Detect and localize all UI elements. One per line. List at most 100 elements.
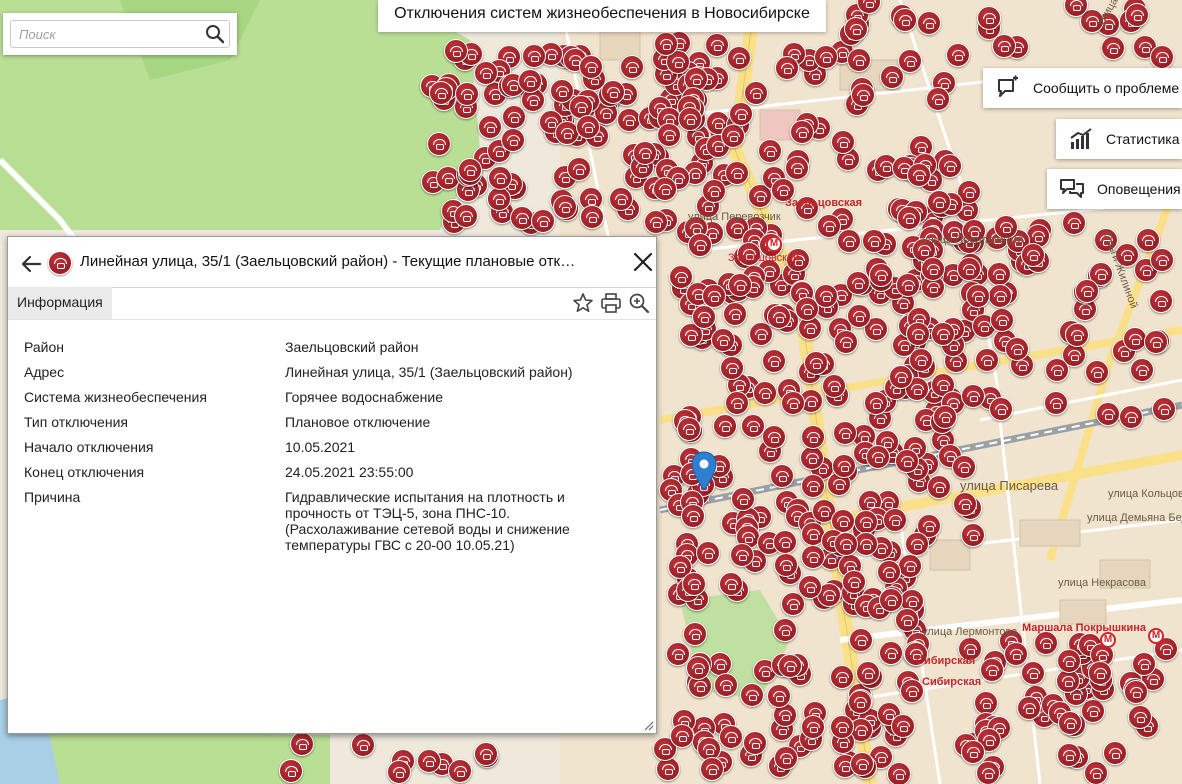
outage-marker[interactable]	[773, 618, 797, 642]
outage-marker[interactable]	[1057, 649, 1081, 673]
outage-marker[interactable]	[891, 714, 915, 738]
outage-marker[interactable]	[775, 56, 799, 80]
outage-marker[interactable]	[851, 83, 875, 107]
outage-marker[interactable]	[633, 141, 657, 165]
outage-marker[interactable]	[501, 128, 525, 152]
outage-marker[interactable]	[957, 257, 981, 281]
outage-marker[interactable]	[833, 421, 857, 445]
outage-marker[interactable]	[847, 304, 871, 328]
outage-marker[interactable]	[696, 541, 720, 565]
outage-marker[interactable]	[351, 733, 375, 757]
outage-marker[interactable]	[1017, 696, 1041, 720]
outage-marker[interactable]	[801, 474, 825, 498]
outage-marker[interactable]	[927, 475, 951, 499]
outage-marker[interactable]	[992, 34, 1016, 58]
outage-marker[interactable]	[721, 124, 745, 148]
outage-marker[interactable]	[904, 642, 928, 666]
outage-marker[interactable]	[897, 206, 921, 230]
outage-marker[interactable]	[1128, 705, 1152, 729]
outage-marker[interactable]	[474, 61, 498, 85]
outage-marker[interactable]	[702, 179, 726, 203]
report-problem-button[interactable]: Сообщить о проблеме	[983, 68, 1182, 108]
outage-marker[interactable]	[895, 608, 919, 632]
outage-marker[interactable]	[831, 130, 855, 154]
outage-marker[interactable]	[946, 43, 970, 67]
outage-marker[interactable]	[686, 656, 710, 680]
outage-marker[interactable]	[961, 740, 985, 764]
outage-marker[interactable]	[961, 523, 985, 547]
outage-marker[interactable]	[909, 348, 933, 372]
outage-marker[interactable]	[893, 8, 917, 32]
outage-marker[interactable]	[895, 449, 919, 473]
outage-marker[interactable]	[938, 154, 962, 178]
outage-marker[interactable]	[1144, 330, 1168, 354]
tab-information[interactable]: Информация	[8, 287, 112, 319]
outage-marker[interactable]	[931, 322, 955, 346]
outage-marker[interactable]	[1149, 289, 1173, 313]
outage-marker[interactable]	[866, 445, 890, 469]
outage-marker[interactable]	[830, 715, 854, 739]
outage-marker[interactable]	[1004, 642, 1028, 666]
outage-marker[interactable]	[905, 532, 929, 556]
outage-marker[interactable]	[980, 658, 1004, 682]
outage-marker[interactable]	[771, 178, 795, 202]
outage-marker[interactable]	[921, 257, 945, 281]
outage-marker[interactable]	[847, 48, 871, 72]
outage-marker[interactable]	[429, 81, 453, 105]
outage-marker[interactable]	[1034, 631, 1058, 655]
outage-marker[interactable]	[279, 759, 303, 783]
outage-marker[interactable]	[877, 560, 901, 584]
outage-marker[interactable]	[1088, 661, 1112, 685]
outage-marker[interactable]	[801, 715, 825, 739]
outage-marker[interactable]	[987, 262, 1011, 286]
outage-marker[interactable]	[1062, 211, 1086, 235]
resize-handle-icon[interactable]	[642, 719, 654, 731]
outage-marker[interactable]	[692, 305, 716, 329]
outage-marker[interactable]	[907, 163, 931, 187]
outage-marker[interactable]	[906, 322, 930, 346]
search-icon[interactable]	[205, 24, 225, 44]
outage-marker[interactable]	[869, 263, 893, 287]
outage-marker[interactable]	[989, 397, 1013, 421]
outage-marker[interactable]	[961, 384, 985, 408]
zoom-in-icon[interactable]	[628, 292, 650, 314]
outage-marker[interactable]	[988, 284, 1012, 308]
outage-marker[interactable]	[719, 572, 743, 596]
outage-marker[interactable]	[898, 554, 922, 578]
outage-marker[interactable]	[478, 115, 502, 139]
outage-marker[interactable]	[864, 391, 888, 415]
outage-marker[interactable]	[822, 374, 846, 398]
outage-marker[interactable]	[719, 725, 743, 749]
outage-marker[interactable]	[990, 308, 1014, 332]
outage-marker[interactable]	[1119, 405, 1143, 429]
outage-marker[interactable]	[1045, 358, 1069, 382]
outage-marker[interactable]	[952, 455, 976, 479]
outage-marker[interactable]	[1132, 652, 1156, 676]
outage-marker[interactable]	[958, 637, 982, 661]
outage-marker[interactable]	[767, 305, 791, 329]
outage-marker[interactable]	[1044, 391, 1068, 415]
outage-marker[interactable]	[731, 487, 755, 511]
outage-marker[interactable]	[883, 508, 907, 532]
search-input[interactable]	[11, 21, 201, 47]
outage-marker[interactable]	[753, 381, 777, 405]
outage-marker[interactable]	[774, 746, 798, 770]
outage-marker[interactable]	[387, 760, 411, 784]
outage-marker[interactable]	[795, 196, 819, 220]
outage-marker[interactable]	[688, 233, 712, 257]
outage-marker[interactable]	[832, 454, 856, 478]
outage-marker[interactable]	[1130, 358, 1154, 382]
outage-marker[interactable]	[1150, 248, 1174, 272]
outage-marker[interactable]	[720, 356, 744, 380]
outage-marker[interactable]	[737, 242, 761, 266]
outage-marker[interactable]	[790, 120, 814, 144]
outage-marker[interactable]	[609, 187, 633, 211]
outage-marker[interactable]	[879, 641, 903, 665]
outage-marker[interactable]	[880, 65, 904, 89]
outage-marker[interactable]	[1150, 45, 1174, 69]
outage-marker[interactable]	[714, 673, 738, 697]
outage-marker[interactable]	[1152, 397, 1176, 421]
outage-marker[interactable]	[1094, 228, 1118, 252]
outage-marker[interactable]	[743, 731, 767, 755]
outage-marker[interactable]	[723, 302, 747, 326]
